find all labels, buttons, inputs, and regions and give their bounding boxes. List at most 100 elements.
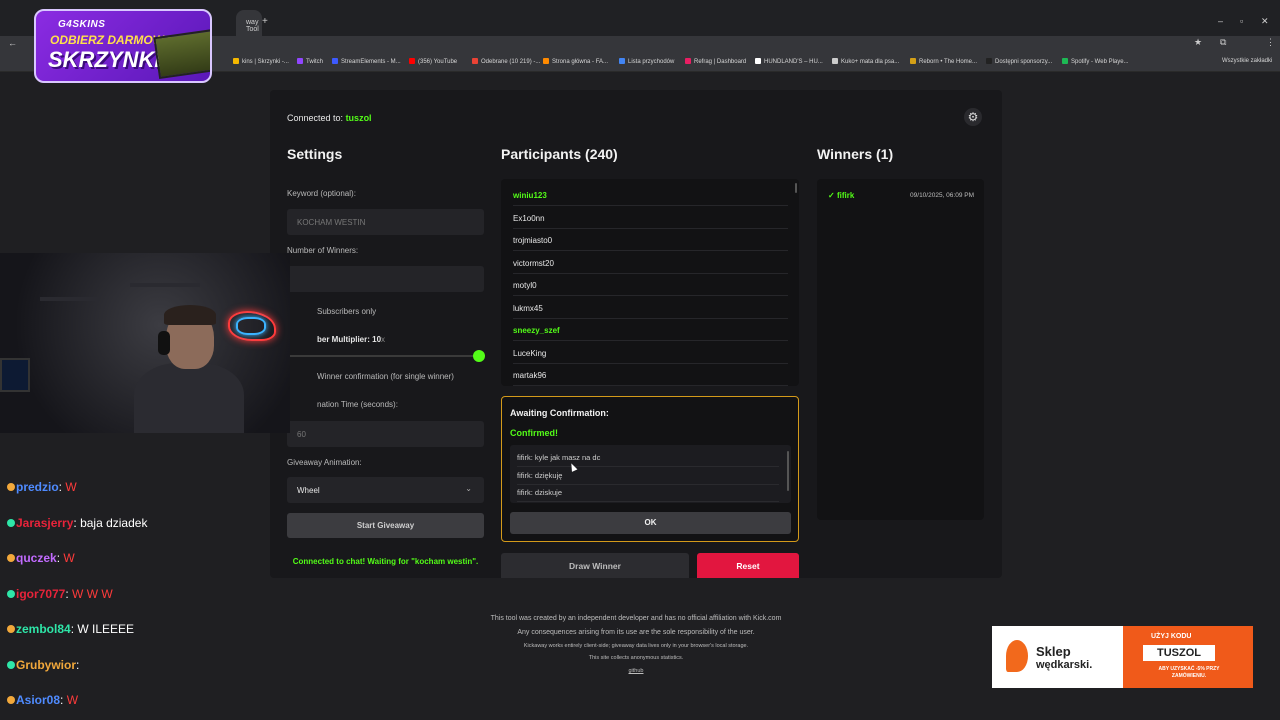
bookmark-item[interactable]: Twitch	[297, 58, 323, 65]
github-link[interactable]: github	[436, 664, 836, 678]
animation-value: Wheel	[297, 486, 320, 495]
maximize-icon[interactable]: ▫	[1240, 16, 1243, 26]
chat-badge-icon	[7, 589, 15, 598]
bookmark-favicon-icon	[832, 58, 838, 64]
participant-row: LuceKing	[513, 342, 788, 364]
chat-username[interactable]: Asior08	[16, 693, 60, 707]
multiplier-slider-knob[interactable]	[473, 350, 485, 362]
animation-time-input[interactable]: 60	[287, 421, 484, 447]
bookmark-item[interactable]: HUNDLAND'S – HU...	[755, 58, 823, 65]
chat-username[interactable]: Jarasjerry	[16, 516, 73, 530]
chat-line: zembol84: W ILEEEE	[7, 622, 134, 636]
footer: This tool was created by an independent …	[436, 612, 836, 678]
bookmark-favicon-icon	[685, 58, 691, 64]
bookmark-favicon-icon	[910, 58, 916, 64]
chat-badge-icon	[7, 625, 15, 633]
chat-username[interactable]: zembol84	[16, 622, 71, 636]
crate-image	[153, 29, 210, 79]
chat-status: Connected to chat! Waiting for "kocham w…	[292, 557, 479, 566]
streamer-body	[134, 363, 244, 433]
bookmark-label: Dostępni sponsorzy...	[995, 59, 1053, 65]
chat-badge-icon	[7, 518, 15, 527]
start-giveaway-button[interactable]: Start Giveaway	[287, 513, 484, 538]
chat-message: W W W	[72, 586, 113, 601]
bookmark-label: Spotify - Web Playe...	[1071, 59, 1129, 65]
draw-winner-button[interactable]: Draw Winner	[501, 553, 689, 578]
bookmark-label: kins | Skrzynki -...	[242, 59, 289, 65]
chat-username[interactable]: Grubywior	[16, 658, 76, 672]
bookmark-item[interactable]: StreamElements - M...	[332, 58, 401, 65]
chat-badge-icon	[7, 554, 15, 562]
bookmark-favicon-icon	[1062, 58, 1068, 64]
browser-tab-active[interactable]: way Tool	[236, 10, 262, 36]
menu-icon[interactable]: ⋮	[1266, 37, 1275, 48]
multiplier-slider-track[interactable]	[287, 355, 477, 357]
participants-scrollbar[interactable]	[795, 183, 797, 193]
fish-logo-icon	[1006, 640, 1028, 672]
monitor	[0, 358, 30, 392]
chat-message: W	[66, 693, 79, 707]
chat-line: Asior08: W	[7, 693, 78, 707]
chat-separator: :	[60, 693, 67, 707]
settings-title: Settings	[287, 146, 343, 162]
connected-label: Connected to:	[287, 113, 344, 123]
bookmark-label: Strona główna - FA...	[552, 59, 609, 65]
winner-date: 09/10/2025, 06:09 PM	[910, 192, 974, 199]
participant-row: sneezy_szef	[513, 319, 788, 341]
sponsor-code: TUSZOL	[1143, 645, 1215, 661]
awaiting-confirmation-panel: Awaiting Confirmation: Confirmed! fifirk…	[501, 396, 799, 542]
chat-line: igor7077: W W W	[7, 587, 113, 601]
new-tab-button[interactable]: +	[262, 16, 268, 27]
multiplier-text: ber Multiplier: 10	[317, 335, 382, 344]
close-window-icon[interactable]: ✕	[1261, 16, 1269, 27]
bookmark-item[interactable]: Kuko+ mata dla psa...	[832, 58, 899, 65]
bookmark-item[interactable]: Spotify - Web Playe...	[1062, 58, 1129, 65]
bookmark-item[interactable]: Refrag | Dashboard	[685, 58, 746, 65]
bookmark-favicon-icon	[986, 58, 992, 64]
sponsor-use-code: UŻYJ KODU	[1151, 633, 1192, 640]
bookmark-item[interactable]: kins | Skrzynki -...	[233, 58, 289, 65]
gear-icon[interactable]: ⚙	[964, 108, 982, 126]
bookmark-item[interactable]: Odebrane (10 219) -...	[472, 58, 540, 65]
winner-message: fifirk: dziękuję	[517, 471, 779, 485]
multiplier-suffix: x	[381, 335, 386, 344]
shelf	[130, 283, 200, 287]
subs-only-label: Subscribers only	[317, 307, 377, 316]
winners-count-input[interactable]	[287, 266, 484, 292]
bookmark-star-icon[interactable]: ★	[1194, 37, 1202, 48]
chat-message: W	[65, 480, 77, 494]
messages-scrollbar[interactable]	[787, 451, 789, 491]
keyword-input[interactable]: KOCHAM WESTIN	[287, 209, 484, 235]
bookmark-item[interactable]: Dostępni sponsorzy...	[986, 58, 1052, 65]
streamer-hair	[164, 305, 216, 325]
minimize-icon[interactable]: –	[1218, 16, 1223, 26]
footer-line4: This site collects anonymous statistics.	[588, 655, 684, 661]
bookmark-item[interactable]: Lista przychodów	[619, 58, 674, 65]
chat-username[interactable]: predzio	[16, 480, 59, 494]
back-icon[interactable]: ←	[8, 38, 17, 48]
bookmark-item[interactable]: Strona główna - FA...	[543, 58, 608, 65]
tab-title: way Tool	[246, 19, 259, 33]
participants-list[interactable]: winiu123 Ex1o0nn trojmiasto0 victormst20 mot…	[501, 179, 799, 386]
sponsor-left: Sklep wędkarski.	[992, 626, 1123, 688]
chat-username[interactable]: quczek	[16, 551, 57, 565]
bookmark-label: Odebrane (10 219) -...	[481, 59, 541, 65]
extensions-icon[interactable]: ⧉	[1220, 37, 1226, 48]
chat-username[interactable]: igor7077	[16, 587, 65, 601]
footer-line1: This tool was created by an independent …	[490, 615, 782, 622]
sponsor-brand-2: wędkarski.	[1036, 659, 1093, 671]
chat-message: W	[63, 551, 75, 565]
channel-name: tuszol	[345, 113, 372, 123]
bookmark-label: Refrag | Dashboard	[694, 59, 747, 65]
all-bookmarks[interactable]: Wszystkie zakładki	[1222, 58, 1272, 64]
ok-button[interactable]: OK	[510, 512, 791, 534]
participant-row: Ex1o0nn	[513, 207, 788, 229]
animation-select[interactable]: Wheel ⌄	[287, 477, 484, 503]
participant-row: trojmiasto0	[513, 229, 788, 251]
bookmark-item[interactable]: (356) YouTube	[409, 58, 457, 65]
bookmark-item[interactable]: Reborn • The Home...	[910, 58, 977, 65]
bookmark-label: Reborn • The Home...	[919, 59, 978, 65]
bookmark-favicon-icon	[233, 58, 239, 64]
reset-button[interactable]: Reset	[697, 553, 799, 578]
chat-line: quczek: W	[7, 551, 75, 565]
